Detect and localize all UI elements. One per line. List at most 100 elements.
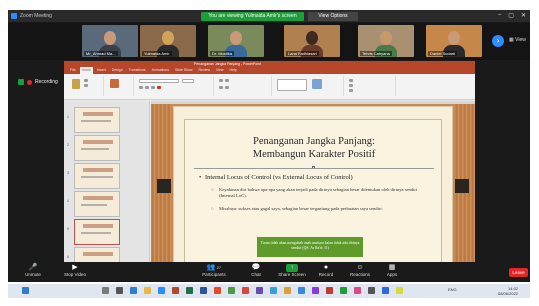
participants-button[interactable]: 👥27 Participants — [196, 264, 232, 277]
ppt-tab[interactable]: Animations — [150, 67, 171, 74]
participant-name: Tehris Cahyana — [360, 51, 392, 56]
edge-icon[interactable] — [130, 287, 137, 294]
microphone-muted-icon: 🎤 — [28, 264, 38, 271]
close-icon[interactable]: ✕ — [521, 12, 526, 19]
apps-label: Apps — [386, 272, 398, 277]
viewing-screen-banner[interactable]: You are viewing Yulmaida Amir's screen — [201, 12, 304, 21]
ppt-tab[interactable]: View — [214, 67, 226, 74]
app-icon[interactable] — [326, 287, 333, 294]
find-icon[interactable] — [349, 79, 353, 82]
slide-thumbnail[interactable] — [74, 191, 120, 217]
cut-icon[interactable] — [84, 79, 88, 82]
align-center-icon[interactable] — [225, 86, 229, 89]
view-layout-button[interactable]: ▦ View — [509, 37, 526, 43]
font-size-select[interactable] — [182, 79, 194, 83]
app-icon[interactable] — [228, 287, 235, 294]
app-icon[interactable] — [354, 287, 361, 294]
maximize-icon[interactable]: ▢ — [508, 12, 514, 19]
ppt-tab[interactable]: Review — [197, 67, 212, 74]
view-options-button[interactable]: View Options — [308, 12, 358, 21]
bullets-icon[interactable] — [219, 79, 223, 82]
new-slide-icon[interactable] — [110, 79, 119, 88]
task-view-icon[interactable] — [116, 287, 123, 294]
system-tray-language[interactable]: ENG — [448, 287, 457, 292]
minimize-icon[interactable]: – — [498, 12, 501, 19]
app-icon[interactable] — [368, 287, 375, 294]
stop-video-button[interactable]: ▶ Stop Video — [58, 264, 92, 277]
app-icon[interactable] — [298, 287, 305, 294]
participant-name: Mr_Ahmad Ma... — [84, 51, 118, 56]
replace-icon[interactable] — [349, 84, 353, 87]
slide-thumbnail[interactable] — [74, 107, 120, 133]
app-icon[interactable] — [284, 287, 291, 294]
windows-taskbar: ENG 14:02 08/06/2022 — [8, 284, 530, 298]
app-icon[interactable] — [312, 287, 319, 294]
shapes-gallery[interactable] — [277, 79, 307, 91]
participant-tile[interactable]: Tehris Cahyana — [358, 25, 414, 57]
app-icon[interactable] — [396, 287, 403, 294]
underline-icon[interactable] — [151, 86, 155, 89]
slide-thumbnail-selected[interactable] — [74, 219, 120, 245]
bold-icon[interactable] — [139, 86, 143, 89]
slide-title[interactable]: Penanganan Jangka Panjang: Membangun Kar… — [185, 135, 443, 161]
app-icon[interactable] — [256, 287, 263, 294]
chrome-icon[interactable] — [214, 287, 221, 294]
ppt-tab-home[interactable]: Home — [79, 67, 93, 74]
powerpoint-icon[interactable] — [172, 287, 179, 294]
select-icon[interactable] — [349, 89, 353, 92]
ppt-tab[interactable]: Help — [228, 67, 239, 74]
ribbon-group-slides — [106, 76, 134, 96]
align-left-icon[interactable] — [219, 86, 223, 89]
word-icon[interactable] — [200, 287, 207, 294]
file-explorer-icon[interactable] — [144, 287, 151, 294]
numbering-icon[interactable] — [225, 79, 229, 82]
record-button[interactable]: ● Record — [314, 264, 338, 277]
participant-tile[interactable]: Yulmaida Amir — [140, 25, 196, 57]
recording-indicator[interactable]: Recording — [18, 79, 58, 85]
app-icon[interactable] — [340, 287, 347, 294]
windows-start-icon[interactable] — [22, 287, 29, 294]
next-participants-button[interactable]: › — [492, 35, 504, 47]
app-icon[interactable] — [382, 287, 389, 294]
slide-number: 2 — [67, 143, 69, 147]
ppt-tab[interactable]: Insert — [95, 67, 108, 74]
ppt-tab[interactable]: Transitions — [127, 67, 148, 74]
share-screen-button[interactable]: ↑ Share Screen — [276, 264, 308, 277]
slide-bullet[interactable]: Internal Locus of Control (vs External L… — [199, 174, 353, 181]
slide-thumbnails-pane: 1 2 3 4 5 6 — [64, 101, 150, 272]
app-icon[interactable] — [242, 287, 249, 294]
apps-button[interactable]: ▦ Apps — [382, 264, 402, 277]
slide-sub-bullet-2[interactable]: Misalnya: sukses atau gagal saya, sebagi… — [211, 206, 429, 212]
slide-thumbnail[interactable] — [74, 163, 120, 189]
taskbar-clock[interactable]: 14:02 08/06/2022 — [498, 286, 518, 296]
slide-number: 5 — [67, 227, 69, 231]
search-icon[interactable] — [102, 287, 109, 294]
record-dot-icon — [27, 79, 32, 85]
leave-button[interactable]: Leave — [509, 268, 528, 277]
font-color-icon[interactable] — [157, 86, 161, 89]
excel-icon[interactable] — [186, 287, 193, 294]
app-icon[interactable] — [270, 287, 277, 294]
reactions-button[interactable]: ☺ Reactions — [346, 264, 374, 277]
unmute-button[interactable]: 🎤 Unmute — [18, 264, 48, 277]
slide-sub-bullet-1[interactable]: Keyakinan diri bahwa apa-apa yang akan t… — [211, 187, 429, 199]
participant-tile[interactable]: Mr_Ahmad Ma... — [82, 25, 138, 57]
italic-icon[interactable] — [145, 86, 149, 89]
font-name-select[interactable] — [139, 79, 179, 83]
ppt-tab[interactable]: File — [68, 67, 78, 74]
ppt-tab[interactable]: Design — [110, 67, 125, 74]
participant-tile[interactable]: Daniel Sudarti — [426, 25, 482, 57]
slide[interactable]: Penanganan Jangka Panjang: Membangun Kar… — [173, 106, 453, 272]
slide-thumbnail[interactable] — [74, 135, 120, 161]
quick-styles-icon[interactable] — [312, 79, 322, 89]
participant-tile[interactable]: Dr. Mustika — [208, 25, 264, 57]
slide-note-box[interactable]: Tiram tidak akan mengubah anak mutiara k… — [257, 237, 363, 257]
participant-tile[interactable]: Lana Fadhlasari — [284, 25, 340, 57]
participant-strip: Mr_Ahmad Ma... Yulmaida Amir Dr. Mustika… — [8, 23, 530, 60]
chat-button[interactable]: 💬 Chat — [246, 264, 266, 277]
ppt-document-title: Penanganan Jangka Panjang - PowerPoint — [194, 62, 261, 66]
paste-icon[interactable] — [72, 79, 80, 89]
copy-icon[interactable] — [84, 84, 88, 87]
ppt-tab[interactable]: Slide Show — [173, 67, 195, 74]
zoom-app-icon[interactable] — [158, 287, 165, 294]
